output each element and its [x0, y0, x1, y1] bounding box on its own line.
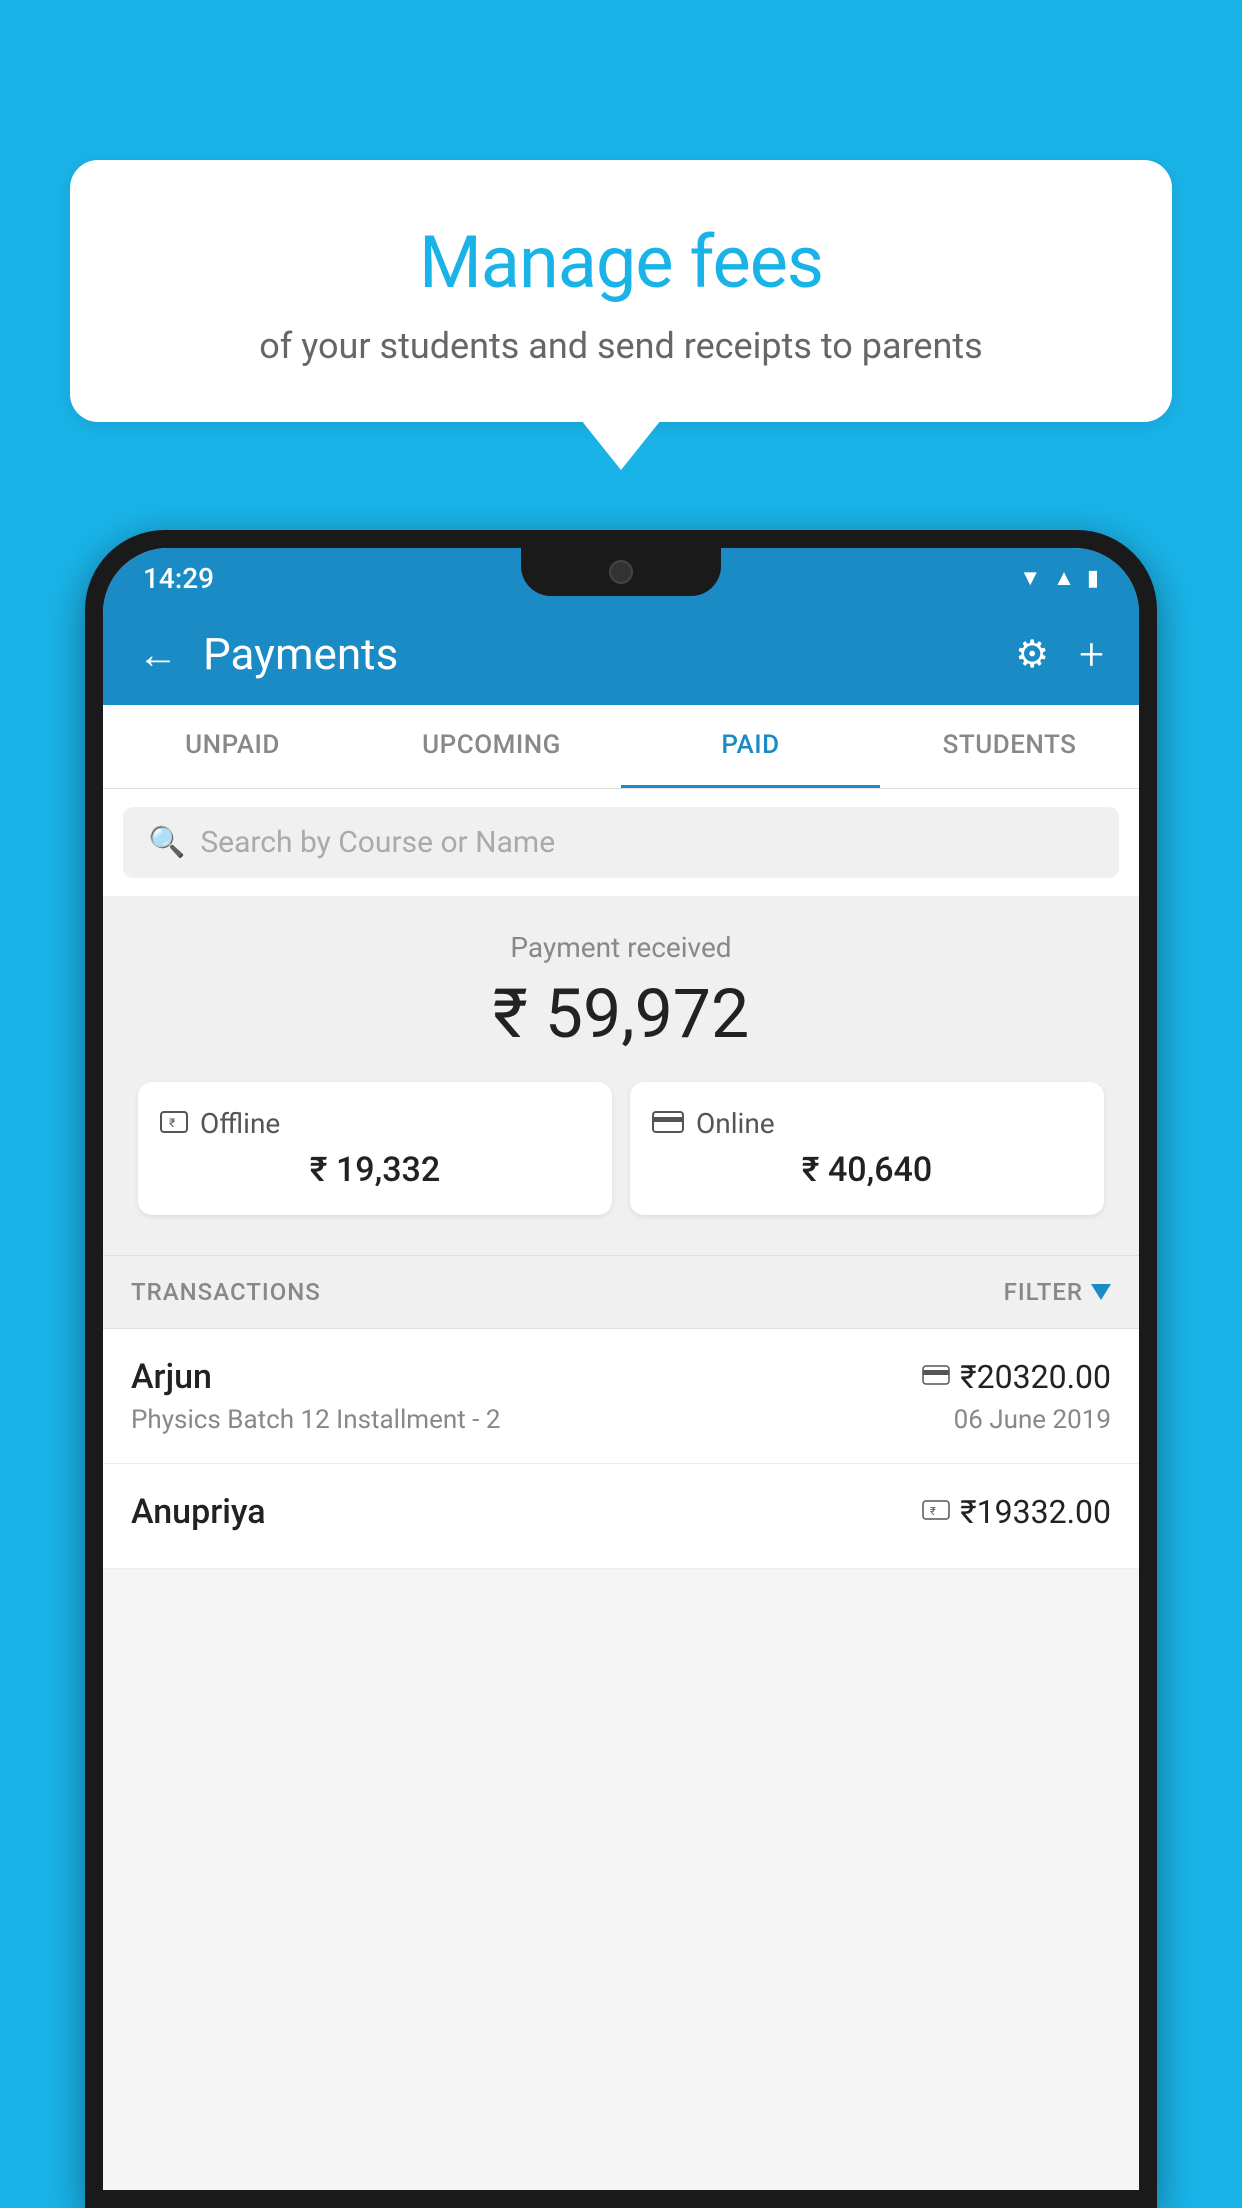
tab-paid[interactable]: PAID — [621, 705, 880, 788]
status-time: 14:29 — [143, 562, 214, 595]
header-actions: ⚙ + — [1015, 628, 1104, 680]
transactions-header: TRANSACTIONS FILTER — [103, 1255, 1139, 1329]
payment-type-icon — [922, 1362, 950, 1392]
search-container: 🔍 Search by Course or Name — [103, 789, 1139, 896]
transaction-name: Arjun — [131, 1357, 212, 1397]
filter-triangle-icon — [1091, 1284, 1111, 1300]
phone-frame: 14:29 ▼ ▲ ▮ ← Payments ⚙ + UNPAID UPCOMI… — [85, 530, 1157, 2208]
online-label: Online — [696, 1107, 775, 1140]
search-placeholder: Search by Course or Name — [200, 825, 555, 860]
battery-icon: ▮ — [1087, 566, 1099, 591]
offline-amount: ₹ 19,332 — [160, 1150, 590, 1190]
app-header: ← Payments ⚙ + — [103, 608, 1139, 705]
online-payment-card: Online ₹ 40,640 — [630, 1082, 1104, 1215]
transaction-amount-row: ₹20320.00 — [922, 1358, 1111, 1396]
filter-button[interactable]: FILTER — [1004, 1278, 1111, 1306]
total-payment-amount: ₹ 59,972 — [123, 974, 1119, 1054]
transaction-course: Physics Batch 12 Installment - 2 — [131, 1405, 500, 1435]
offline-label: Offline — [200, 1107, 280, 1140]
transaction-name: Anupriya — [131, 1492, 266, 1532]
bubble-subtitle: of your students and send receipts to pa… — [120, 325, 1122, 367]
add-icon[interactable]: + — [1079, 628, 1104, 680]
payment-received-label: Payment received — [123, 931, 1119, 964]
settings-icon[interactable]: ⚙ — [1015, 632, 1049, 677]
tab-upcoming[interactable]: UPCOMING — [362, 705, 621, 788]
phone-screen: 14:29 ▼ ▲ ▮ ← Payments ⚙ + UNPAID UPCOMI… — [103, 548, 1139, 2190]
svg-text:₹: ₹ — [169, 1116, 175, 1130]
page-title: Payments — [203, 628, 1015, 680]
back-button[interactable]: ← — [138, 631, 178, 678]
phone-camera — [609, 560, 633, 584]
phone-notch — [521, 548, 721, 596]
payment-summary: Payment received ₹ 59,972 ₹ Offline — [103, 896, 1139, 1255]
bubble-title: Manage fees — [120, 220, 1122, 305]
transaction-amount-row: ₹ ₹19332.00 — [922, 1493, 1111, 1531]
signal-icon: ▲ — [1053, 565, 1075, 591]
payment-cards: ₹ Offline ₹ 19,332 — [123, 1082, 1119, 1215]
status-icons: ▼ ▲ ▮ — [1019, 565, 1099, 591]
online-icon — [652, 1107, 684, 1140]
wifi-icon: ▼ — [1019, 565, 1041, 591]
transaction-amount: ₹19332.00 — [960, 1493, 1111, 1531]
transaction-date: 06 June 2019 — [954, 1405, 1111, 1435]
search-bar[interactable]: 🔍 Search by Course or Name — [123, 807, 1119, 878]
offline-payment-card: ₹ Offline ₹ 19,332 — [138, 1082, 612, 1215]
online-amount: ₹ 40,640 — [652, 1150, 1082, 1190]
transaction-amount: ₹20320.00 — [960, 1358, 1111, 1396]
transaction-item[interactable]: Anupriya ₹ ₹19332.00 — [103, 1464, 1139, 1569]
svg-text:₹: ₹ — [930, 1505, 936, 1518]
offline-icon: ₹ — [160, 1107, 188, 1140]
payment-type-icon: ₹ — [922, 1497, 950, 1527]
speech-bubble-card: Manage fees of your students and send re… — [70, 160, 1172, 422]
filter-label: FILTER — [1004, 1278, 1083, 1306]
tabs-bar: UNPAID UPCOMING PAID STUDENTS — [103, 705, 1139, 789]
transactions-label: TRANSACTIONS — [131, 1278, 321, 1306]
tab-unpaid[interactable]: UNPAID — [103, 705, 362, 788]
search-icon: 🔍 — [148, 825, 185, 860]
transaction-item[interactable]: Arjun ₹20320.00 Physics Batch 12 Install… — [103, 1329, 1139, 1464]
tab-students[interactable]: STUDENTS — [880, 705, 1139, 788]
